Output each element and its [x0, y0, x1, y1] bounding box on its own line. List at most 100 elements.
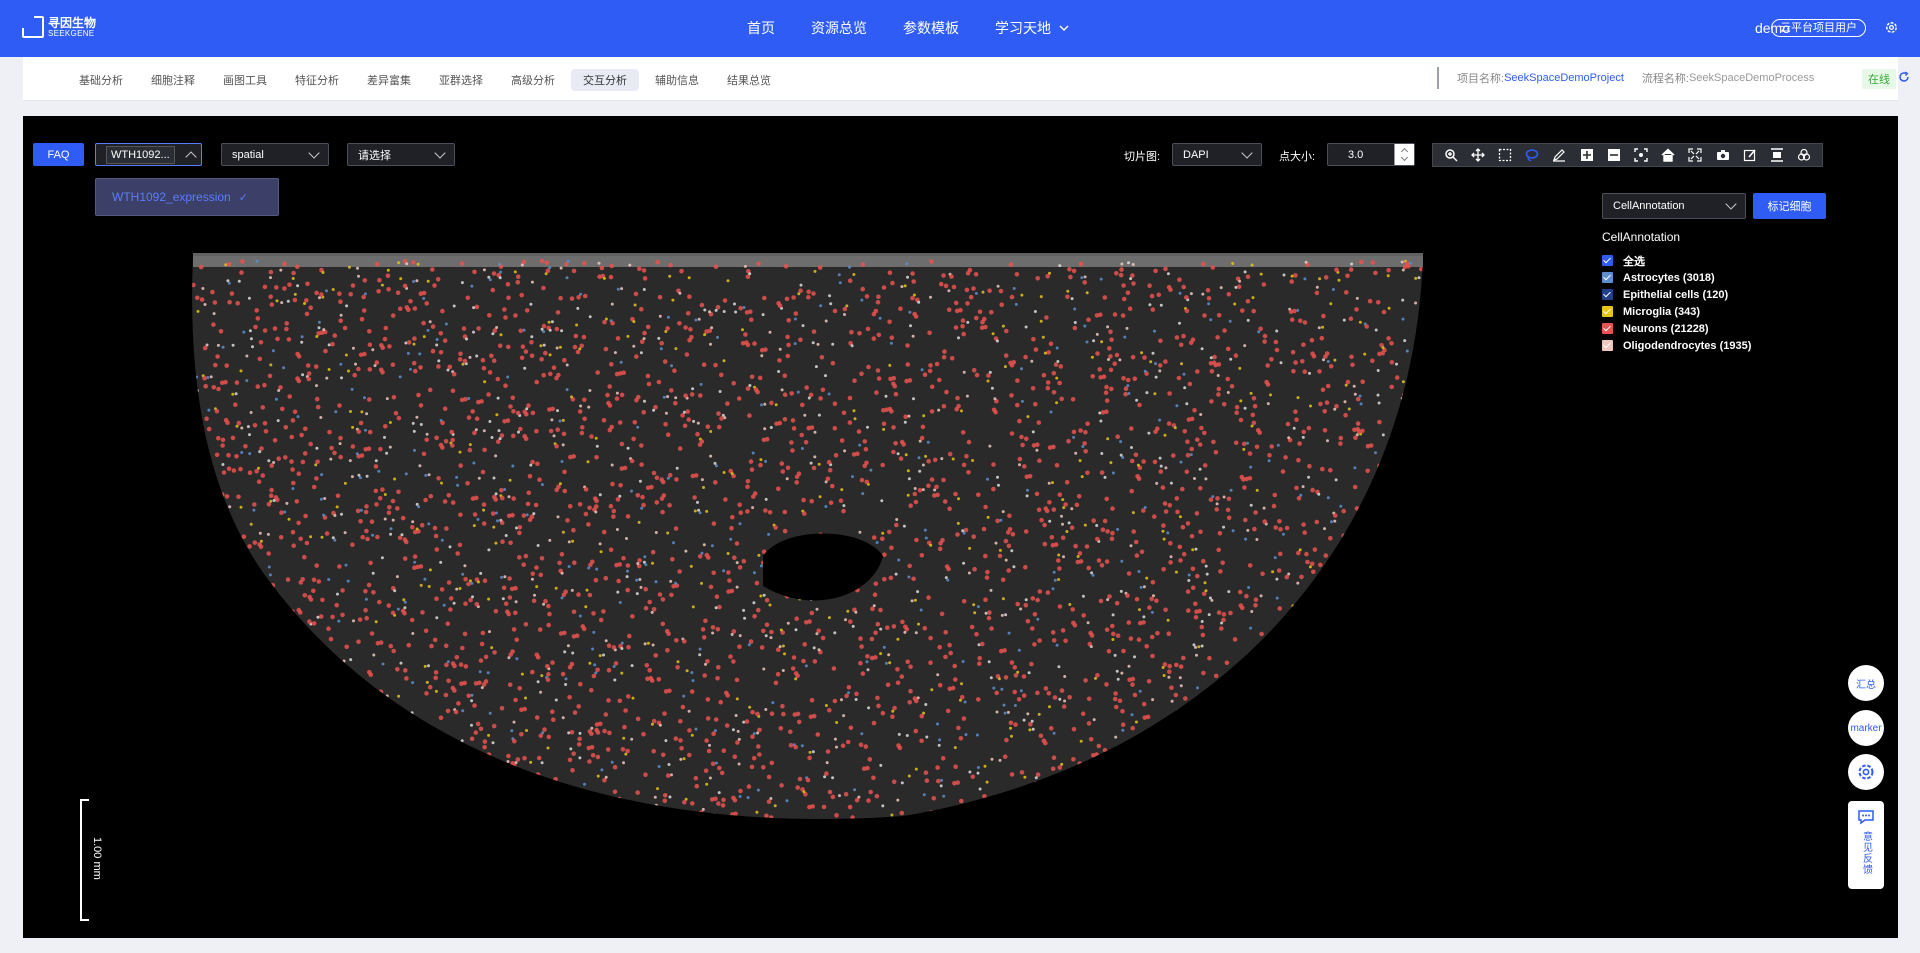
sample-option-label: WTH1092_expression	[112, 190, 231, 204]
spinner-icon[interactable]	[1394, 144, 1414, 165]
slice-select[interactable]: DAPI	[1172, 143, 1262, 166]
gene-select-value: 请选择	[358, 149, 391, 162]
brand-name-cn: 寻因生物	[48, 15, 97, 30]
tab-annotation[interactable]: 细胞注释	[139, 69, 207, 91]
tab-diff[interactable]: 差异富集	[355, 69, 423, 91]
export-icon[interactable]	[1769, 147, 1785, 163]
chevron-down-icon	[1059, 25, 1069, 32]
tab-interactive[interactable]: 交互分析	[571, 69, 639, 91]
annotation-legend: CellAnnotation 全选 Astrocytes (3018) Epit…	[1602, 230, 1751, 354]
nav-label: 资源总览	[811, 20, 867, 36]
chevron-down-icon	[308, 146, 320, 159]
project-label: 项目名称:	[1457, 73, 1505, 85]
tab-basic[interactable]: 基础分析	[67, 69, 135, 91]
minus-icon[interactable]	[1606, 147, 1622, 163]
nav-item-resources[interactable]: 资源总览	[811, 18, 867, 38]
tab-results[interactable]: 结果总览	[715, 69, 783, 91]
checkbox-icon[interactable]	[1602, 340, 1613, 351]
tab-plot-tools[interactable]: 画图工具	[211, 69, 279, 91]
sample-option[interactable]: WTH1092_expression ✓	[95, 178, 279, 216]
process-label: 流程名称:	[1641, 73, 1689, 85]
summary-label: 汇总	[1856, 679, 1876, 691]
lasso-icon[interactable]	[1524, 147, 1540, 163]
camera-icon[interactable]	[1715, 147, 1731, 163]
box-select-icon[interactable]	[1497, 147, 1513, 163]
legend-item-oligodendrocytes[interactable]: Oligodendrocytes (1935)	[1602, 337, 1751, 354]
tab-subcluster[interactable]: 亚群选择	[427, 69, 495, 91]
top-navbar: 寻因生物 SEEKGENE 首页 资源总览 参数模板 学习天地 demo 云平台…	[0, 0, 1920, 57]
checkbox-icon[interactable]	[1602, 323, 1613, 334]
legend-item-microglia[interactable]: Microglia (343)	[1602, 303, 1751, 320]
brand-name-en: SEEKGENE	[48, 28, 95, 38]
chevron-down-icon	[434, 146, 446, 159]
spatial-viewer[interactable]: FAQ WTH1092... WTH1092_expression ✓ spat…	[23, 116, 1898, 938]
nav-item-home[interactable]: 首页	[747, 18, 775, 38]
plus-icon[interactable]	[1579, 147, 1595, 163]
annotation-select[interactable]: CellAnnotation	[1602, 193, 1746, 219]
legend-label: Microglia (343)	[1623, 305, 1701, 318]
nav-label: 学习天地	[995, 20, 1051, 36]
nav-label: 首页	[747, 20, 775, 36]
brand-logo[interactable]: 寻因生物 SEEKGENE	[22, 16, 96, 38]
home-icon[interactable]	[1660, 147, 1676, 163]
sample-select-value: WTH1092...	[106, 145, 175, 164]
legend-title: CellAnnotation	[1602, 230, 1681, 244]
embedding-select[interactable]: spatial	[221, 143, 329, 166]
checkbox-icon[interactable]	[1602, 306, 1613, 317]
zoom-in-icon[interactable]	[1443, 147, 1459, 163]
feedback-button[interactable]: 意见反馈	[1848, 801, 1884, 889]
legend-item-select-all[interactable]: 全选	[1602, 252, 1751, 269]
checkbox-icon[interactable]	[1602, 255, 1613, 266]
main-nav: 首页 资源总览 参数模板 学习天地	[747, 18, 1105, 38]
refresh-icon[interactable]	[1898, 71, 1910, 83]
nav-item-templates[interactable]: 参数模板	[903, 18, 959, 38]
gear-icon	[1858, 764, 1874, 780]
faq-button[interactable]: FAQ	[33, 143, 84, 166]
gear-icon[interactable]	[1884, 20, 1899, 35]
sample-select[interactable]: WTH1092...	[95, 143, 202, 166]
edit-icon[interactable]	[1742, 147, 1758, 163]
fullscreen-icon[interactable]	[1687, 147, 1703, 163]
point-size-value: 3.0	[1348, 148, 1364, 161]
tab-feature[interactable]: 特征分析	[283, 69, 351, 91]
legend-label: 全选	[1623, 255, 1645, 268]
feedback-label: 意见反馈	[1860, 831, 1872, 875]
fit-icon[interactable]	[1633, 147, 1649, 163]
legend-item-astrocytes[interactable]: Astrocytes (3018)	[1602, 269, 1751, 286]
process-name: SeekSpaceDemoProcess	[1688, 72, 1815, 84]
nav-item-learning[interactable]: 学习天地	[995, 18, 1069, 38]
settings-button[interactable]	[1848, 754, 1884, 790]
point-size-label: 点大小:	[1279, 151, 1316, 163]
analysis-tabbar: 基础分析 细胞注释 画图工具 特征分析 差异富集 亚群选择 高级分析 交互分析 …	[23, 57, 1909, 101]
chevron-down-icon	[1725, 198, 1737, 210]
tab-aux[interactable]: 辅助信息	[643, 69, 711, 91]
status-badge: 在线	[1862, 69, 1896, 89]
chevron-down-icon	[1241, 146, 1253, 159]
mark-cells-button[interactable]: 标记细胞	[1753, 193, 1826, 219]
viewer-toolbar	[1432, 143, 1823, 167]
legend-label: Epithelial cells (120)	[1623, 288, 1729, 301]
nav-label: 参数模板	[903, 20, 959, 36]
embedding-select-value: spatial	[232, 148, 264, 161]
point-size-input[interactable]: 3.0	[1327, 143, 1415, 166]
legend-item-neurons[interactable]: Neurons (21228)	[1602, 320, 1751, 337]
color-icon[interactable]	[1796, 147, 1812, 163]
legend-label: Neurons (21228)	[1623, 322, 1709, 335]
draw-icon[interactable]	[1551, 147, 1567, 163]
marker-button[interactable]: marker	[1848, 710, 1884, 746]
chevron-up-icon	[185, 150, 197, 163]
slice-label: 切片图:	[1124, 151, 1161, 163]
project-name[interactable]: SeekSpaceDemoProject	[1504, 72, 1624, 84]
legend-label: Astrocytes (3018)	[1623, 271, 1715, 284]
project-info: 项目名称: SeekSpaceDemoProject 流程名称: SeekSpa…	[1437, 67, 1814, 89]
move-icon[interactable]	[1470, 147, 1486, 163]
scale-label: 1.00 mm	[91, 837, 103, 880]
marker-label: marker	[1850, 722, 1882, 734]
legend-item-epithelial[interactable]: Epithelial cells (120)	[1602, 286, 1751, 303]
tab-advanced[interactable]: 高级分析	[499, 69, 567, 91]
summary-button[interactable]: 汇总	[1848, 665, 1884, 701]
gene-select[interactable]: 请选择	[347, 143, 455, 166]
chat-icon	[1858, 810, 1874, 825]
checkbox-icon[interactable]	[1602, 272, 1613, 283]
checkbox-icon[interactable]	[1602, 289, 1613, 300]
